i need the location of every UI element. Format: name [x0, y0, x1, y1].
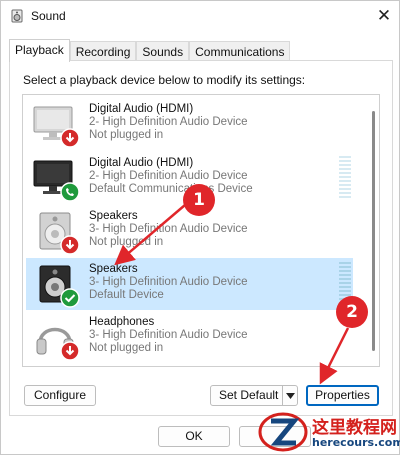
device-status: Not plugged in — [89, 342, 164, 354]
device-text: Speakers 3- High Definition Audio Device… — [89, 210, 248, 249]
device-status: Default Communications Device — [89, 183, 253, 195]
device-item-hdmi-1[interactable]: Digital Audio (HDMI) 2- High Definition … — [26, 98, 353, 150]
device-item-speakers-default[interactable]: Speakers 3- High Definition Audio Device… — [26, 258, 353, 310]
device-text: Speakers 3- High Definition Audio Device… — [89, 263, 248, 302]
device-name: Digital Audio (HDMI) — [89, 157, 194, 169]
device-driver: 3- High Definition Audio Device — [89, 329, 248, 341]
tab-sounds[interactable]: Sounds — [136, 41, 190, 62]
window-title: Sound — [31, 9, 66, 23]
device-name: Digital Audio (HDMI) — [89, 103, 194, 115]
device-text: Digital Audio (HDMI) 2- High Definition … — [89, 157, 253, 196]
unplugged-badge-icon — [60, 128, 80, 148]
watermark-site: herecours.com — [312, 436, 400, 449]
ok-button[interactable]: OK — [158, 426, 230, 447]
device-list-scrollbar[interactable] — [372, 111, 375, 351]
annotation-marker-2: 2 — [336, 296, 368, 328]
annotation-marker-1: 1 — [183, 184, 215, 216]
title-bar: Sound ✕ — [1, 1, 399, 33]
unplugged-badge-icon — [60, 341, 80, 361]
device-text: Headphones 3- High Definition Audio Devi… — [89, 316, 248, 355]
triangle-down-icon — [285, 392, 295, 399]
device-name: Speakers — [89, 263, 138, 275]
device-text: Digital Audio (HDMI) 2- High Definition … — [89, 103, 248, 142]
device-name: Speakers — [89, 210, 138, 222]
tab-strip: Playback Recording Sounds Communications — [9, 39, 291, 62]
tab-recording[interactable]: Recording — [69, 41, 137, 62]
unplugged-badge-icon — [60, 235, 80, 255]
set-default-dropdown[interactable] — [282, 385, 297, 406]
device-driver: 2- High Definition Audio Device — [89, 116, 248, 128]
speaker-title-icon — [11, 9, 23, 23]
watermark-chinese: 这里教程网 — [312, 418, 397, 438]
device-driver: 2- High Definition Audio Device — [89, 170, 248, 182]
device-status: Not plugged in — [89, 236, 164, 248]
device-list[interactable]: Digital Audio (HDMI) 2- High Definition … — [22, 94, 380, 367]
device-status: Not plugged in — [89, 129, 164, 141]
device-driver: 3- High Definition Audio Device — [89, 223, 248, 235]
properties-button[interactable]: Properties — [306, 385, 379, 406]
configure-button[interactable]: Configure — [24, 385, 96, 406]
set-default-label: Set Default — [219, 388, 279, 402]
check-badge-icon — [60, 288, 80, 308]
device-driver: 3- High Definition Audio Device — [89, 276, 248, 288]
tab-playback[interactable]: Playback — [9, 39, 70, 62]
tab-communications[interactable]: Communications — [189, 41, 291, 62]
phone-badge-icon — [60, 182, 80, 202]
sound-dialog: Sound ✕ Playback Recording Sounds Commun… — [0, 0, 400, 455]
volume-level-meter — [339, 156, 351, 200]
device-item-headphones[interactable]: Headphones 3- High Definition Audio Devi… — [26, 311, 353, 363]
device-name: Headphones — [89, 316, 155, 328]
watermark-logo — [258, 412, 308, 452]
close-button[interactable]: ✕ — [369, 1, 399, 31]
instructions-text: Select a playback device below to modify… — [23, 73, 306, 87]
device-status: Default Device — [89, 289, 164, 301]
